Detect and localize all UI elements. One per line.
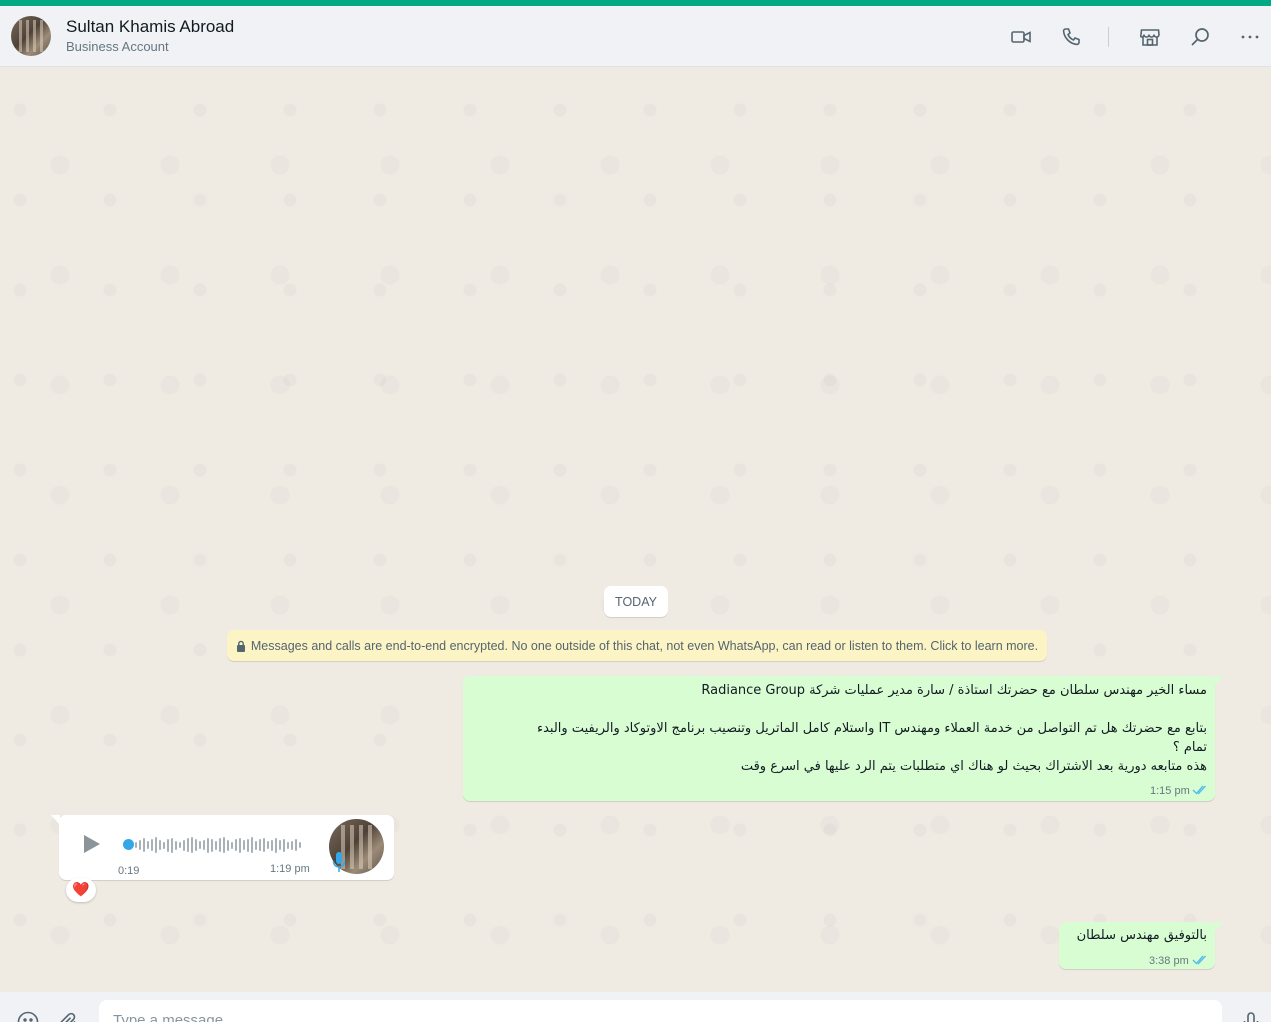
message-line: هذه متابعه دورية بعد الاشتراك بحيث لو هن… [740,759,1207,774]
read-ticks-icon [1192,955,1207,965]
waveform-bar [139,840,141,850]
voice-message-bubble[interactable]: 0:19 1:19 pm [51,815,394,880]
play-icon[interactable] [79,832,103,856]
video-call-icon[interactable] [1009,25,1033,49]
lock-icon [236,640,246,652]
waveform-bar [255,840,257,850]
waveform-bar [163,841,165,849]
encryption-notice-text: Messages and calls are end-to-end encryp… [250,638,1039,653]
waveform-bar [167,838,169,852]
waveform-bar [171,837,173,853]
waveform-bar [227,839,229,851]
message-time: 1:19 pm [270,863,310,875]
date-chip: TODAY [604,586,668,617]
waveform-bar [239,837,241,853]
emoji-icon[interactable] [16,1010,40,1022]
voice-waveform[interactable] [135,833,303,857]
attach-icon[interactable] [56,1010,80,1022]
waveform-bar [251,837,253,853]
waveform-bar [191,837,193,853]
waveform-bar [155,837,157,853]
waveform-bar [287,841,289,849]
waveform-bar [299,842,301,848]
header-divider [1108,27,1109,47]
waveform-bar [151,839,153,851]
bubble-tail [1214,676,1223,686]
waveform-bar [295,839,297,851]
message-line: بالتوفيق مهندس سلطان [1076,928,1207,943]
contact-avatar[interactable] [11,16,51,56]
mic-icon [332,852,346,872]
waveform-bar [203,840,205,850]
voice-call-icon[interactable] [1059,25,1083,49]
bubble-tail [51,815,60,825]
waveform-bar [183,839,185,851]
playback-position-handle[interactable] [123,839,134,850]
heart-reaction-icon[interactable]: ❤️ [66,878,96,902]
voice-duration: 0:19 [118,865,140,877]
waveform-bar [283,838,285,852]
composer-bar [0,992,1271,1022]
message-bubble-outgoing[interactable]: بالتوفيق مهندس سلطان 3:38 pm [1059,922,1223,969]
waveform-bar [135,842,137,848]
catalog-icon[interactable] [1138,25,1162,49]
waveform-bar [235,839,237,851]
waveform-bar [271,839,273,851]
message-time: 1:15 pm [1150,785,1190,797]
message-input[interactable] [99,1000,1222,1022]
waveform-bar [175,840,177,850]
waveform-bar [231,841,233,849]
waveform-bar [147,841,149,849]
read-ticks-icon [1192,785,1207,795]
waveform-bar [179,842,181,848]
contact-name[interactable]: Sultan Khamis Abroad [66,17,234,37]
message-line: مساء الخير مهندس سلطان مع حضرتك استاذة /… [701,683,1207,698]
waveform-bar [267,841,269,849]
waveform-bar [275,837,277,853]
whatsapp-window: Sultan Khamis Abroad Business Account TO… [0,0,1271,1022]
waveform-bar [263,838,265,852]
chat-header: Sultan Khamis Abroad Business Account [0,6,1271,67]
message-bubble-outgoing[interactable]: مساء الخير مهندس سلطان مع حضرتك استاذة /… [463,676,1223,801]
waveform-bar [247,838,249,852]
waveform-bar [259,839,261,851]
waveform-bar [243,840,245,850]
waveform-bar [195,839,197,851]
menu-icon[interactable] [1238,25,1262,49]
contact-subtitle: Business Account [66,39,169,54]
encryption-notice[interactable]: Messages and calls are end-to-end encryp… [227,630,1047,661]
waveform-bar [211,838,213,852]
waveform-bar [199,841,201,849]
waveform-bar [187,838,189,852]
search-icon[interactable] [1188,25,1212,49]
bubble-tail [1214,922,1223,932]
waveform-bar [143,838,145,852]
mic-icon[interactable] [1239,1010,1263,1022]
waveform-bar [219,838,221,852]
waveform-bar [215,840,217,850]
message-line: بتابع مع حضرتك هل تم التواصل من خدمة الع… [536,721,1207,736]
waveform-bar [207,837,209,853]
waveform-bar [279,840,281,850]
waveform-bar [223,837,225,853]
waveform-bar [291,840,293,850]
message-time: 3:38 pm [1149,955,1189,967]
waveform-bar [159,840,161,850]
message-line: تمام ؟ [1172,740,1207,755]
